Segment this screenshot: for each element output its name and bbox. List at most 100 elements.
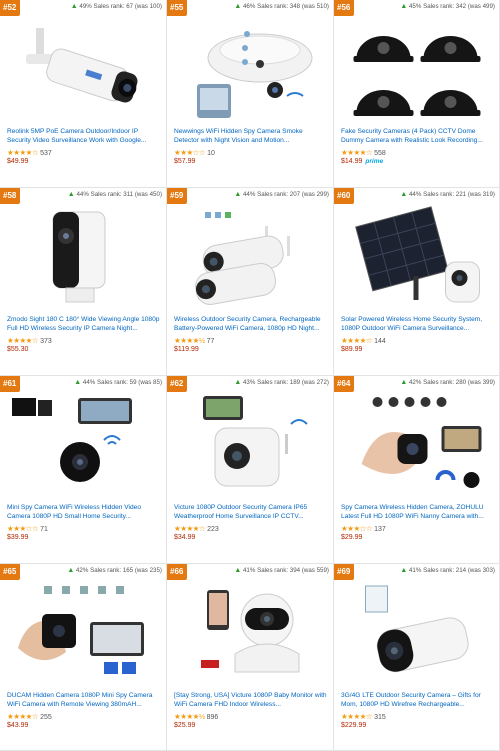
rating: ★★★★½ 896 (174, 712, 218, 721)
rank-change: 42% (75, 567, 89, 574)
sales-rank: Sales rank: 189 (was 272) (257, 379, 329, 386)
rating: ★★★★☆ 537 (7, 148, 52, 157)
product-title[interactable]: Spy Camera Wireless Hidden Camera, ZOHUL… (341, 503, 494, 521)
stars-icon: ★★★★☆ (174, 524, 206, 533)
baby-monitor-camera-icon[interactable] (173, 582, 327, 686)
review-count[interactable]: 315 (374, 714, 386, 721)
sales-rank-stat: ▲ 44% Sales rank: 221 (was 319) (400, 191, 495, 198)
price: $229.99 (341, 722, 367, 729)
rating: ★★★★☆ 315 (341, 712, 386, 721)
outdoor-camera-icon[interactable] (173, 394, 327, 498)
product-card[interactable]: #61 ▲ 44% Sales rank: 59 (was 85) Mini S… (0, 376, 167, 564)
product-card[interactable]: #65 ▲ 42% Sales rank: 165 (was 235) DUCA… (0, 564, 167, 751)
product-card[interactable]: #64 ▲ 42% Sales rank: 280 (was 399) Spy … (334, 376, 500, 564)
review-count[interactable]: 10 (207, 150, 215, 157)
up-arrow-icon: ▲ (234, 567, 242, 574)
rank-badge: #60 (334, 188, 354, 204)
stars-icon: ★★★★☆ (7, 336, 39, 345)
sales-rank-stat: ▲ 41% Sales rank: 214 (was 303) (400, 567, 495, 574)
rank-change: 41% (408, 567, 422, 574)
stars-icon: ★★★☆☆ (341, 524, 373, 533)
product-title[interactable]: Reolink 5MP PoE Camera Outdoor/Indoor IP… (7, 127, 161, 145)
rank-change: 42% (408, 379, 422, 386)
product-card[interactable]: #56 ▲ 45% Sales rank: 342 (was 499) Fake… (334, 0, 500, 188)
rank-change: 44% (242, 191, 256, 198)
price: $119.99 (174, 346, 199, 353)
product-card[interactable]: #66 ▲ 41% Sales rank: 394 (was 559) [Sta… (167, 564, 334, 751)
review-count[interactable]: 558 (374, 150, 386, 157)
twin-cameras-icon[interactable] (173, 206, 327, 310)
price: $34.99 (174, 534, 196, 541)
rank-change: 46% (242, 3, 256, 10)
smoke-detector-camera-icon[interactable] (173, 18, 327, 122)
sales-rank-stat: ▲ 45% Sales rank: 342 (was 499) (400, 3, 495, 10)
rating: ★★★★☆ 144 (341, 336, 386, 345)
review-count[interactable]: 537 (40, 150, 52, 157)
rank-badge: #65 (0, 564, 20, 580)
sales-rank-stat: ▲ 44% Sales rank: 59 (was 85) (74, 379, 162, 386)
rank-badge: #69 (334, 564, 354, 580)
mini-spy-camera-icon[interactable] (6, 394, 160, 498)
stars-icon: ★★★★½ (174, 336, 205, 345)
solar-camera-icon[interactable] (340, 206, 493, 310)
rank-change: 49% (79, 3, 92, 10)
rank-change: 44% (82, 379, 96, 386)
product-title[interactable]: 3G/4G LTE Outdoor Security Camera – Gift… (341, 691, 494, 709)
rank-change: 44% (76, 191, 89, 198)
stars-icon: ★★★★☆ (7, 712, 39, 721)
product-title[interactable]: Newwings WiFi Hidden Spy Camera Smoke De… (174, 127, 328, 145)
review-count[interactable]: 77 (207, 338, 215, 345)
up-arrow-icon: ▲ (234, 3, 242, 10)
product-card[interactable]: #55 ▲ 46% Sales rank: 348 (was 510) Neww… (167, 0, 334, 188)
product-title[interactable]: Solar Powered Wireless Home Security Sys… (341, 315, 494, 333)
product-card[interactable]: #62 ▲ 43% Sales rank: 189 (was 272) Vict… (167, 376, 334, 564)
product-title[interactable]: Zmodo Sight 180 C 180° Wide Viewing Angl… (7, 315, 161, 333)
stars-icon: ★★★★☆ (7, 148, 39, 157)
rank-badge: #66 (167, 564, 187, 580)
rank-change: 41% (242, 567, 256, 574)
rank-change: 44% (408, 191, 422, 198)
review-count[interactable]: 255 (40, 714, 52, 721)
price: $57.99 (174, 158, 196, 165)
rank-badge: #52 (0, 0, 20, 16)
product-card[interactable]: #69 ▲ 41% Sales rank: 214 (was 303) 3G/4… (334, 564, 500, 751)
sales-rank-stat: ▲ 46% Sales rank: 348 (was 510) (234, 3, 329, 10)
sales-rank-stat: ▲ 42% Sales rank: 280 (was 399) (400, 379, 495, 386)
sales-rank-stat: ▲ 41% Sales rank: 394 (was 559) (234, 567, 329, 574)
product-title[interactable]: Wireless Outdoor Security Camera, Rechar… (174, 315, 328, 333)
sales-rank: Sales rank: 165 (was 235) (90, 567, 162, 574)
rank-badge: #58 (0, 188, 20, 204)
product-card[interactable]: #58 ▲ 44% Sales rank: 311 (was 450) Zmod… (0, 188, 167, 376)
bullet-camera-icon[interactable] (6, 18, 160, 122)
up-arrow-icon: ▲ (234, 379, 242, 386)
product-title[interactable]: DUCAM Hidden Camera 1080P Mini Spy Camer… (7, 691, 161, 709)
stars-icon: ★★★★½ (174, 712, 205, 721)
review-count[interactable]: 223 (207, 526, 219, 533)
product-card[interactable]: #52 ▲ 49% Sales rank: 67 (was 100) Reoli… (0, 0, 167, 188)
sales-rank: Sales rank: 59 (was 85) (97, 379, 162, 386)
cube-spy-camera-icon[interactable] (6, 582, 160, 686)
hand-spy-camera-icon[interactable] (340, 394, 493, 498)
product-title[interactable]: Victure 1080P Outdoor Security Camera IP… (174, 503, 328, 521)
review-count[interactable]: 373 (40, 338, 52, 345)
product-title[interactable]: Fake Security Cameras (4 Pack) CCTV Dome… (341, 127, 494, 145)
up-arrow-icon: ▲ (74, 379, 82, 386)
sales-rank-stat: ▲ 44% Sales rank: 311 (was 450) (68, 191, 162, 198)
sales-rank-stat: ▲ 49% Sales rank: 67 (was 100) (71, 3, 162, 10)
lte-camera-icon[interactable] (340, 582, 493, 686)
review-count[interactable]: 137 (374, 526, 386, 533)
product-card[interactable]: #59 ▲ 44% Sales rank: 207 (was 299) Wire… (167, 188, 334, 376)
review-count[interactable]: 144 (374, 338, 386, 345)
up-arrow-icon: ▲ (67, 567, 75, 574)
rating: ★★★☆☆ 10 (174, 148, 215, 157)
review-count[interactable]: 896 (207, 714, 219, 721)
sales-rank: Sales rank: 311 (was 450) (90, 191, 162, 198)
dome-cameras-icon[interactable] (340, 18, 493, 122)
product-card[interactable]: #60 ▲ 44% Sales rank: 221 (was 319) Sola… (334, 188, 500, 376)
rank-badge: #55 (167, 0, 187, 16)
indoor-camera-icon[interactable] (6, 206, 160, 310)
product-title[interactable]: Mini Spy Camera WiFi Wireless Hidden Vid… (7, 503, 161, 521)
rank-badge: #61 (0, 376, 20, 392)
product-title[interactable]: [Stay Strong, USA] Victure 1080P Baby Mo… (174, 691, 328, 709)
review-count[interactable]: 71 (40, 526, 48, 533)
